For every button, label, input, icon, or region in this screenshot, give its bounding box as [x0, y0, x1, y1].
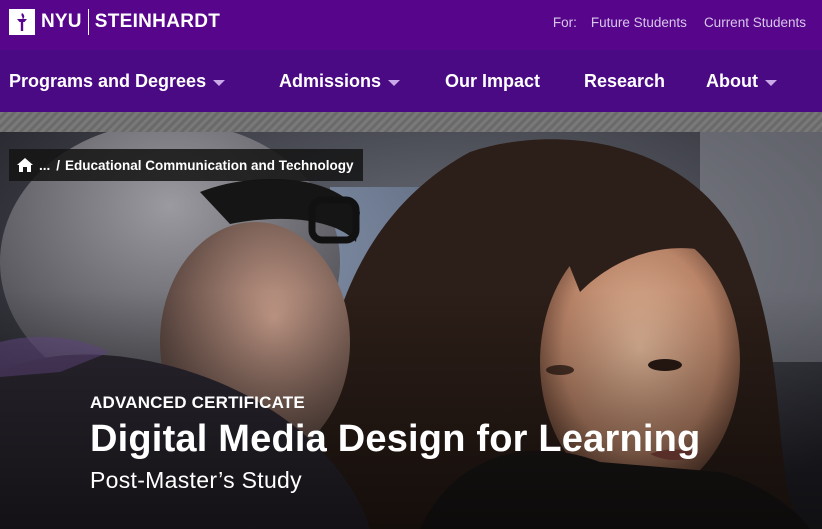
top-bar: NYU STEINHARDT For: Future Students Curr…: [0, 0, 822, 50]
nyu-steinhardt-logo[interactable]: NYU STEINHARDT: [9, 8, 220, 36]
current-students-link[interactable]: Current Students: [704, 15, 806, 30]
nav-item-label: Admissions: [279, 71, 382, 91]
caret-down-icon: [388, 79, 401, 86]
page-subtitle: Post-Master’s Study: [90, 466, 302, 493]
nav-programs-and-degrees[interactable]: Programs and Degrees: [9, 71, 226, 92]
nyu-torch-icon: [9, 9, 35, 35]
home-icon[interactable]: [16, 157, 34, 173]
hero-heading-block: ADVANCED CERTIFICATE Digital Media Desig…: [90, 393, 700, 494]
nav-item-label: Programs and Degrees: [9, 71, 207, 91]
nav-admissions[interactable]: Admissions: [279, 71, 401, 92]
page-title: Digital Media Design for Learning: [90, 418, 701, 460]
breadcrumb: ... / Educational Communication and Tech…: [9, 149, 363, 181]
decorative-stripe-band: [0, 112, 822, 132]
breadcrumb-current[interactable]: Educational Communication and Technology: [65, 158, 354, 173]
nav-research[interactable]: Research: [584, 71, 665, 92]
nav-item-label: About: [706, 71, 758, 91]
nav-our-impact[interactable]: Our Impact: [445, 71, 540, 92]
future-students-link[interactable]: Future Students: [591, 15, 687, 30]
nav-item-label: Research: [584, 71, 666, 91]
caret-down-icon: [213, 79, 226, 86]
nav-item-label: Our Impact: [445, 71, 541, 91]
logo-school-text: STEINHARDT: [94, 11, 221, 32]
breadcrumb-separator: /: [56, 157, 61, 173]
breadcrumb-ellipsis[interactable]: ...: [39, 158, 50, 173]
hero-banner: ... / Educational Communication and Tech…: [0, 132, 822, 529]
logo-nyu-text: NYU: [41, 11, 82, 32]
main-navigation: Programs and Degrees Admissions Our Impa…: [0, 50, 822, 112]
audience-label: For:: [552, 15, 577, 30]
nav-about[interactable]: About: [706, 71, 777, 92]
degree-type-label: ADVANCED CERTIFICATE: [90, 393, 305, 412]
caret-down-icon: [764, 79, 777, 86]
audience-links: For: Future Students Current Students: [553, 15, 806, 30]
logo-divider: [87, 9, 89, 35]
